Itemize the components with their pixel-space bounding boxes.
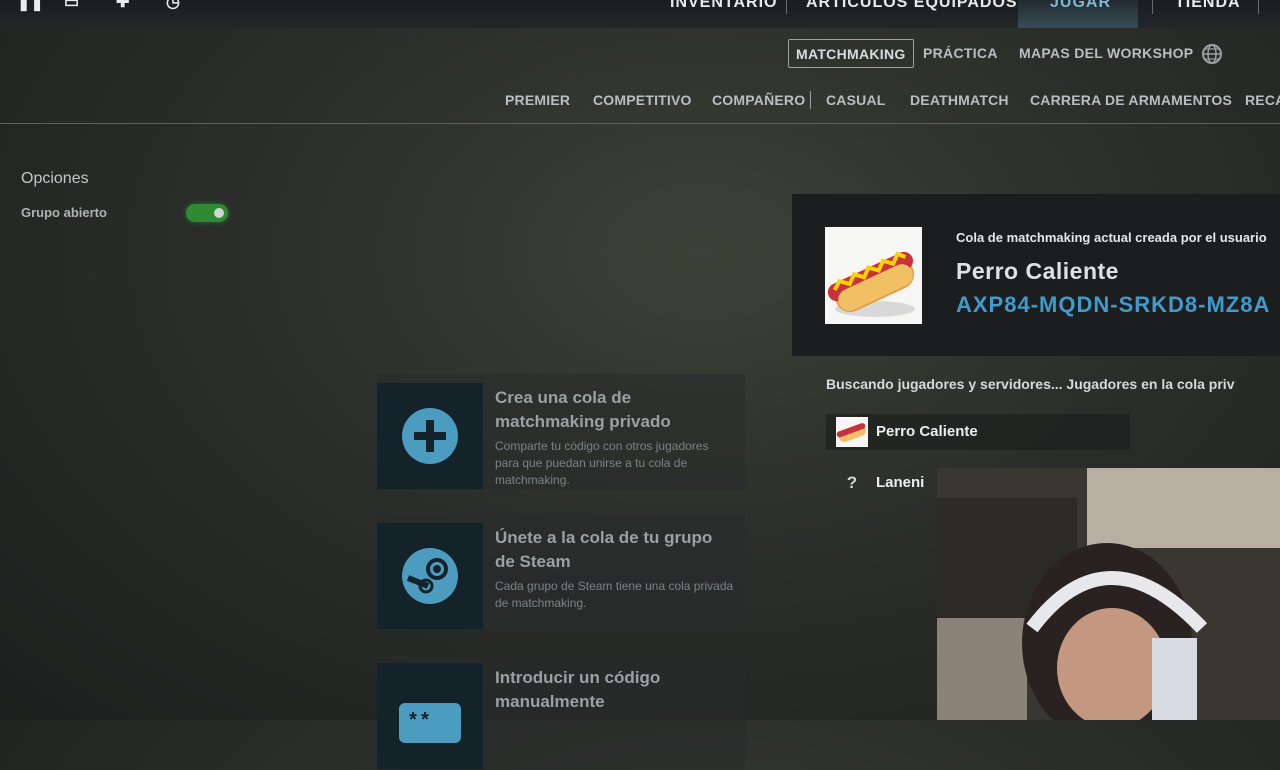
card-desc: Comparte tu código con otros jugadores p… <box>495 439 709 487</box>
queue-name: Perro Caliente <box>956 258 1119 284</box>
card-icon-box: ** <box>377 663 483 769</box>
nav-articulos-equipados[interactable]: ARTÍCULOS EQUIPADOS <box>806 0 1018 12</box>
mode-premier[interactable]: PREMIER <box>505 92 570 108</box>
queue-avatar <box>825 227 922 324</box>
nav-inventario[interactable]: INVENTARIO <box>670 0 777 12</box>
card-join-steam-group[interactable]: Únete a la cola de tu grupo de Steam Cad… <box>377 514 745 630</box>
pause-icon[interactable]: ❚❚ <box>17 0 44 12</box>
top-nav-bar: ❚❚ ▭ ✚ ◷ INVENTARIO ARTÍCULOS EQUIPADOS … <box>0 0 1280 28</box>
tab-practica[interactable]: PRÁCTICA <box>923 39 998 68</box>
tv-icon[interactable]: ▭ <box>64 0 79 12</box>
queue-creator-label: Cola de matchmaking actual creada por el… <box>956 230 1267 245</box>
mode-deathmatch[interactable]: DEATHMATCH <box>910 92 1009 108</box>
mode-divider <box>810 91 811 109</box>
nav-tienda[interactable]: TIENDA <box>1175 0 1241 12</box>
plus-icon <box>402 408 458 464</box>
keypad-icon: ** <box>399 703 461 743</box>
unknown-avatar-icon: ? <box>846 473 858 492</box>
mode-carrera-armamentos[interactable]: CARRERA DE ARMAMENTOS <box>1030 92 1232 108</box>
tab-mapas-workshop[interactable]: MAPAS DEL WORKSHOP <box>1019 39 1193 68</box>
divider-line <box>0 123 1280 124</box>
clock-icon[interactable]: ◷ <box>166 0 180 12</box>
card-create-private-queue[interactable]: Crea una cola de matchmaking privado Com… <box>377 374 745 490</box>
nav-jugar[interactable]: JUGAR <box>1050 0 1111 12</box>
toggle-knob <box>214 208 224 218</box>
player-name: Perro Caliente <box>876 423 978 440</box>
options-title: Opciones <box>21 170 89 187</box>
open-group-toggle[interactable] <box>186 204 228 222</box>
player-row[interactable]: Perro Caliente <box>826 414 1130 450</box>
svg-text:**: ** <box>407 711 431 734</box>
mode-competitivo[interactable]: COMPETITIVO <box>593 92 692 108</box>
card-enter-code[interactable]: ** Introducir un código manualmente <box>377 654 745 770</box>
plus-nav-icon[interactable]: ✚ <box>116 0 129 12</box>
globe-icon[interactable] <box>1201 43 1223 65</box>
player-row[interactable]: ? Laneni <box>826 465 946 501</box>
mode-reca[interactable]: RECA <box>1245 92 1280 108</box>
player-name: Laneni <box>876 474 925 491</box>
webcam-overlay <box>937 468 1280 720</box>
mode-companero[interactable]: COMPAÑERO <box>712 92 805 108</box>
queue-code[interactable]: AXP84-MQDN-SRKD8-MZ8A <box>956 292 1270 318</box>
tab-matchmaking[interactable]: MATCHMAKING <box>788 39 914 68</box>
card-icon-box <box>377 523 483 629</box>
card-title: Únete a la cola de tu grupo de Steam <box>495 528 713 571</box>
open-group-label: Grupo abierto <box>21 205 107 220</box>
steam-icon <box>402 548 458 604</box>
hotdog-avatar <box>836 417 868 447</box>
card-icon-box <box>377 383 483 489</box>
queue-status: Buscando jugadores y servidores... Jugad… <box>826 376 1235 392</box>
card-title: Crea una cola de matchmaking privado <box>495 388 671 431</box>
mode-casual[interactable]: CASUAL <box>826 92 886 108</box>
card-title: Introducir un código manualmente <box>495 668 661 711</box>
card-desc: Cada grupo de Steam tiene una cola priva… <box>495 579 734 610</box>
